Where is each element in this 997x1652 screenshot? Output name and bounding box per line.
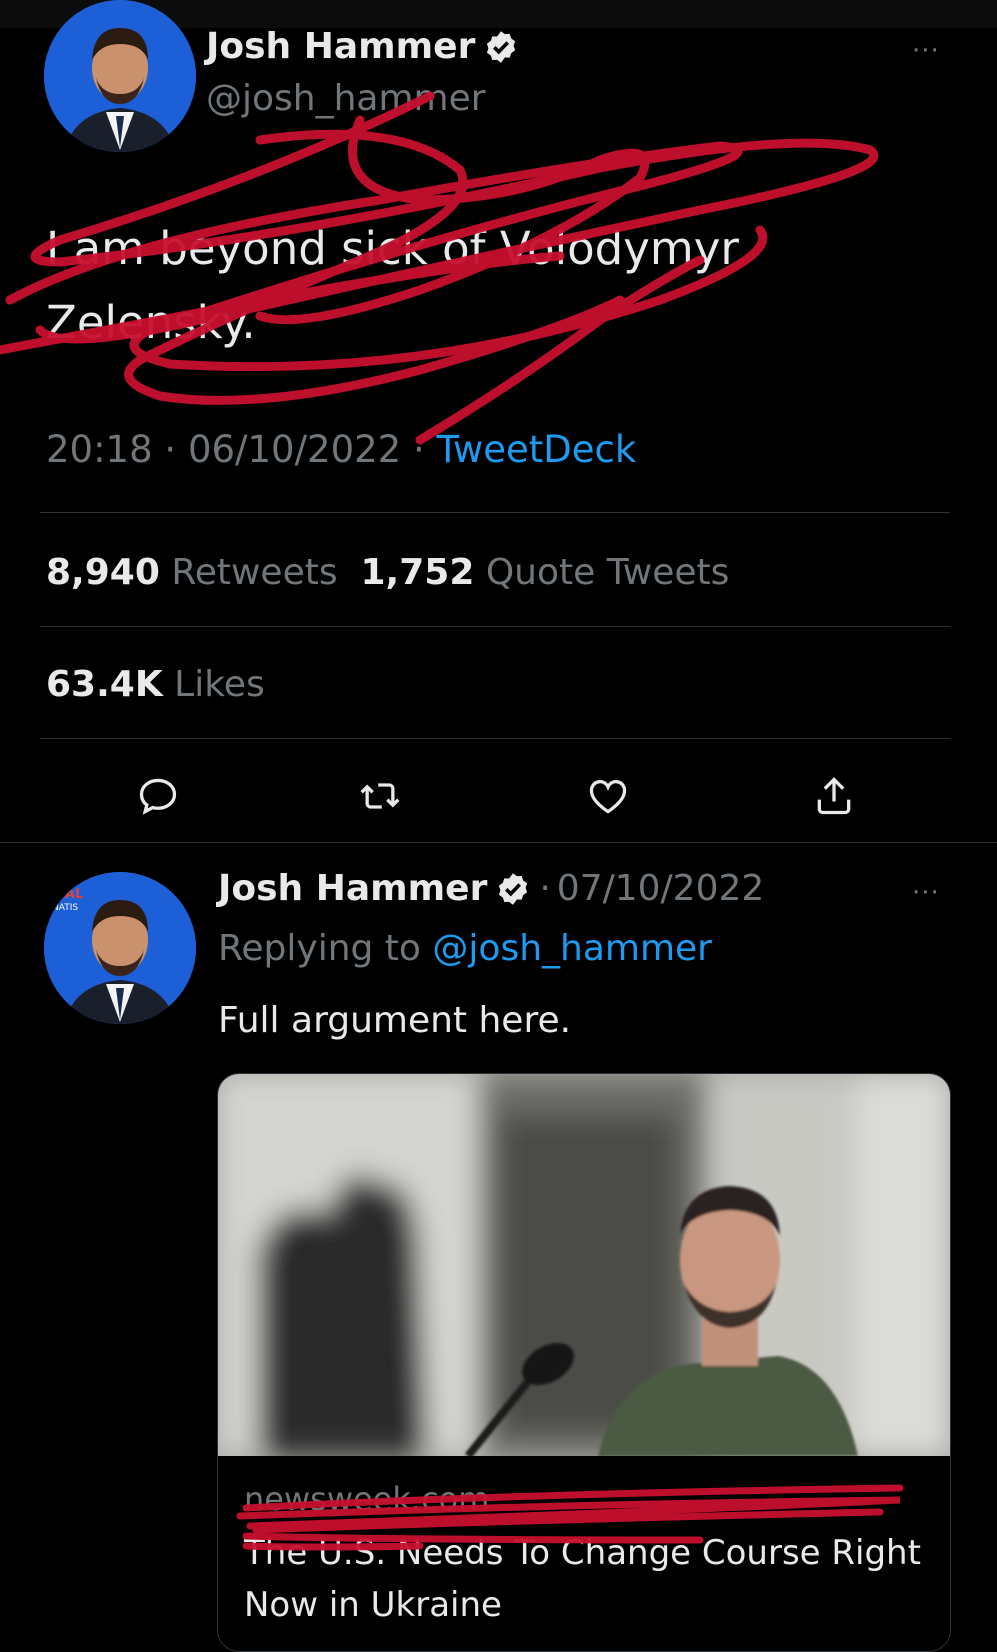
likes-stats: 63.4K Likes	[46, 664, 265, 705]
card-domain: newsweek.com	[244, 1480, 490, 1518]
card-title[interactable]: The U.S. Needs To Change Course Right No…	[244, 1527, 934, 1631]
main-tweet-avatar[interactable]	[44, 0, 196, 152]
reply-text: Full argument here.	[218, 1000, 572, 1041]
reply-tweet-avatar[interactable]: NAL NATIS	[44, 872, 196, 1024]
tweet-separator	[0, 842, 997, 843]
reply-date[interactable]: 07/10/2022	[557, 868, 765, 909]
tweet-source[interactable]: TweetDeck	[437, 428, 637, 471]
retweet-icon[interactable]	[358, 774, 402, 818]
author-name[interactable]: Josh Hammer	[218, 868, 487, 909]
reply-tweet-author[interactable]: Josh Hammer · 07/10/2022	[218, 868, 764, 909]
verified-badge-icon	[495, 871, 531, 907]
divider	[40, 738, 950, 739]
replying-label: Replying to	[218, 928, 421, 969]
author-name[interactable]: Josh Hammer	[206, 26, 475, 67]
meta-separator: ·	[164, 428, 177, 471]
retweets-count[interactable]: 8,940	[46, 552, 160, 593]
more-options-icon[interactable]: ···	[912, 878, 940, 908]
link-card[interactable]: newsweek.com The U.S. Needs To Change Co…	[217, 1073, 951, 1652]
tweet-text: I am beyond sick of Volodymyr Zelensky.	[46, 222, 739, 349]
meta-separator: ·	[412, 428, 425, 471]
svg-text:NAL: NAL	[54, 887, 83, 902]
quotes-label[interactable]: Quote Tweets	[486, 552, 730, 593]
divider	[40, 512, 950, 513]
quotes-count[interactable]: 1,752	[361, 552, 475, 593]
tweet-time[interactable]: 20:18	[46, 428, 153, 471]
retweets-label[interactable]: Retweets	[171, 552, 337, 593]
likes-label[interactable]: Likes	[174, 664, 265, 705]
likes-count[interactable]: 63.4K	[46, 664, 163, 705]
more-options-icon[interactable]: ···	[912, 36, 940, 66]
verified-badge-icon	[483, 29, 519, 65]
replying-to: Replying to @josh_hammer	[218, 928, 712, 969]
author-handle[interactable]: @josh_hammer	[206, 78, 486, 119]
replying-handle-link[interactable]: @josh_hammer	[432, 928, 712, 969]
divider	[40, 626, 950, 627]
date-separator: ·	[539, 868, 551, 909]
share-icon[interactable]	[812, 774, 856, 818]
tweet-meta: 20:18 · 06/10/2022 · TweetDeck	[46, 428, 636, 471]
main-tweet-author[interactable]: Josh Hammer	[206, 26, 519, 67]
svg-text:NATIS: NATIS	[52, 903, 78, 913]
card-image[interactable]	[218, 1074, 950, 1456]
like-icon[interactable]	[586, 774, 630, 818]
reply-icon[interactable]	[136, 774, 180, 818]
tweet-date[interactable]: 06/10/2022	[188, 428, 401, 471]
retweet-stats: 8,940 Retweets 1,752 Quote Tweets	[46, 552, 729, 593]
